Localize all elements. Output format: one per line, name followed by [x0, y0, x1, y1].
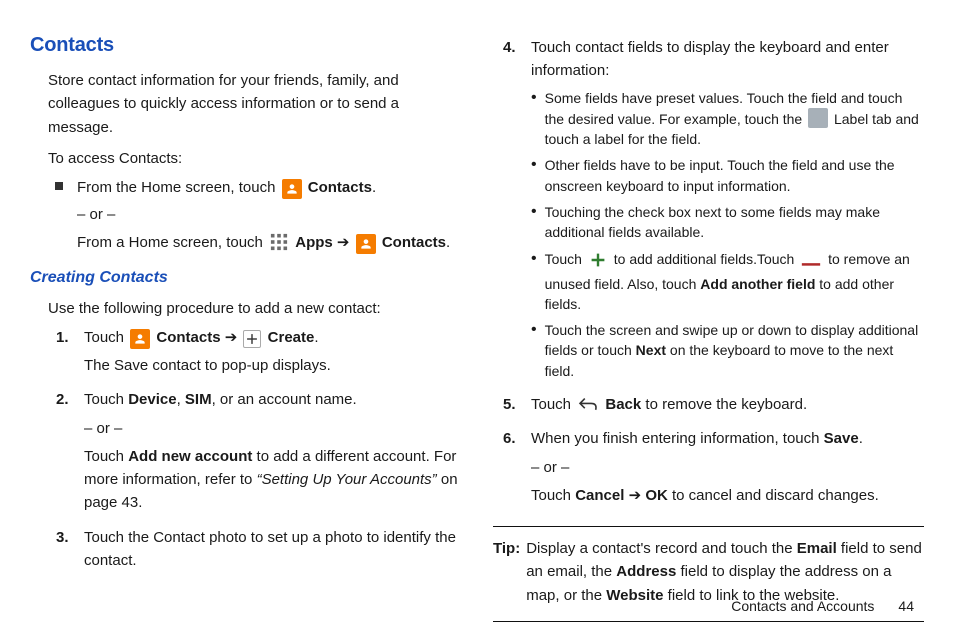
intro-text: Store contact information for your frien… [48, 69, 461, 139]
contacts-icon [282, 179, 302, 199]
apps-icon [269, 232, 289, 252]
step-num-4: 4. [503, 36, 531, 59]
step-num-1: 1. [56, 326, 84, 349]
footer-page-number: 44 [898, 598, 914, 614]
arrow-1: ➔ [337, 234, 354, 251]
from-home-pre: From the Home screen, touch [77, 179, 280, 196]
step-num-3: 3. [56, 526, 84, 549]
back-icon [577, 395, 599, 415]
bullet-from-home: From the Home screen, touch Contacts. – … [55, 176, 461, 254]
step-2: 2. Touch Device, SIM, or an account name… [56, 388, 461, 519]
apps-label: Apps [295, 234, 333, 251]
plus-line-icon [588, 250, 608, 270]
or-text-1: – or – [77, 203, 450, 226]
create-plus-icon [243, 330, 261, 348]
bullet-4c: • Touching the check box next to some fi… [531, 202, 924, 243]
square-bullet-icon [55, 182, 63, 190]
step-4: 4. Touch contact fields to display the k… [503, 36, 924, 387]
sub-intro: Use the following procedure to add a new… [48, 297, 461, 320]
contacts-icon-2 [356, 234, 376, 254]
ordered-list-right: 4. Touch contact fields to display the k… [503, 36, 924, 512]
bullet-4a: • Some fields have preset values. Touch … [531, 88, 924, 150]
period: . [372, 179, 376, 196]
bullet-4b: • Other fields have to be input. Touch t… [531, 155, 924, 196]
from-home2-pre: From a Home screen, touch [77, 234, 267, 251]
bullet-4e: • Touch the screen and swipe up or down … [531, 320, 924, 381]
section-title: Contacts [30, 30, 461, 61]
tip-block: Tip: Display a contact's record and touc… [493, 537, 924, 607]
contacts-label: Contacts [308, 179, 372, 196]
step-1: 1. Touch Contacts ➔ Create. [56, 326, 461, 383]
step-num-5: 5. [503, 393, 531, 416]
tip-rule-top [493, 526, 924, 527]
ordered-list-left: 1. Touch Contacts ➔ Create. [56, 326, 461, 577]
minus-line-icon [800, 254, 822, 274]
contacts-label-2: Contacts [382, 234, 446, 251]
step-num-2: 2. [56, 388, 84, 411]
tip-label: Tip: [493, 537, 520, 607]
step-5: 5. Touch Back to remove the keyboard. [503, 393, 924, 421]
step-6: 6. When you finish entering information,… [503, 427, 924, 512]
tip-rule-bottom [493, 621, 924, 622]
left-column: Contacts Store contact information for y… [30, 30, 461, 590]
access-label: To access Contacts: [48, 147, 461, 170]
right-column: 4. Touch contact fields to display the k… [493, 30, 924, 590]
step-num-6: 6. [503, 427, 531, 450]
page-footer: Contacts and Accounts 44 [731, 598, 914, 614]
bullet-4d: • Touch to add additional fields.Touch [531, 249, 924, 315]
step-3: 3. Touch the Contact photo to set up a p… [56, 526, 461, 578]
label-box-icon [808, 108, 828, 128]
footer-section-name: Contacts and Accounts [731, 598, 874, 614]
contacts-icon-3 [130, 329, 150, 349]
subsection-title: Creating Contacts [30, 266, 461, 291]
